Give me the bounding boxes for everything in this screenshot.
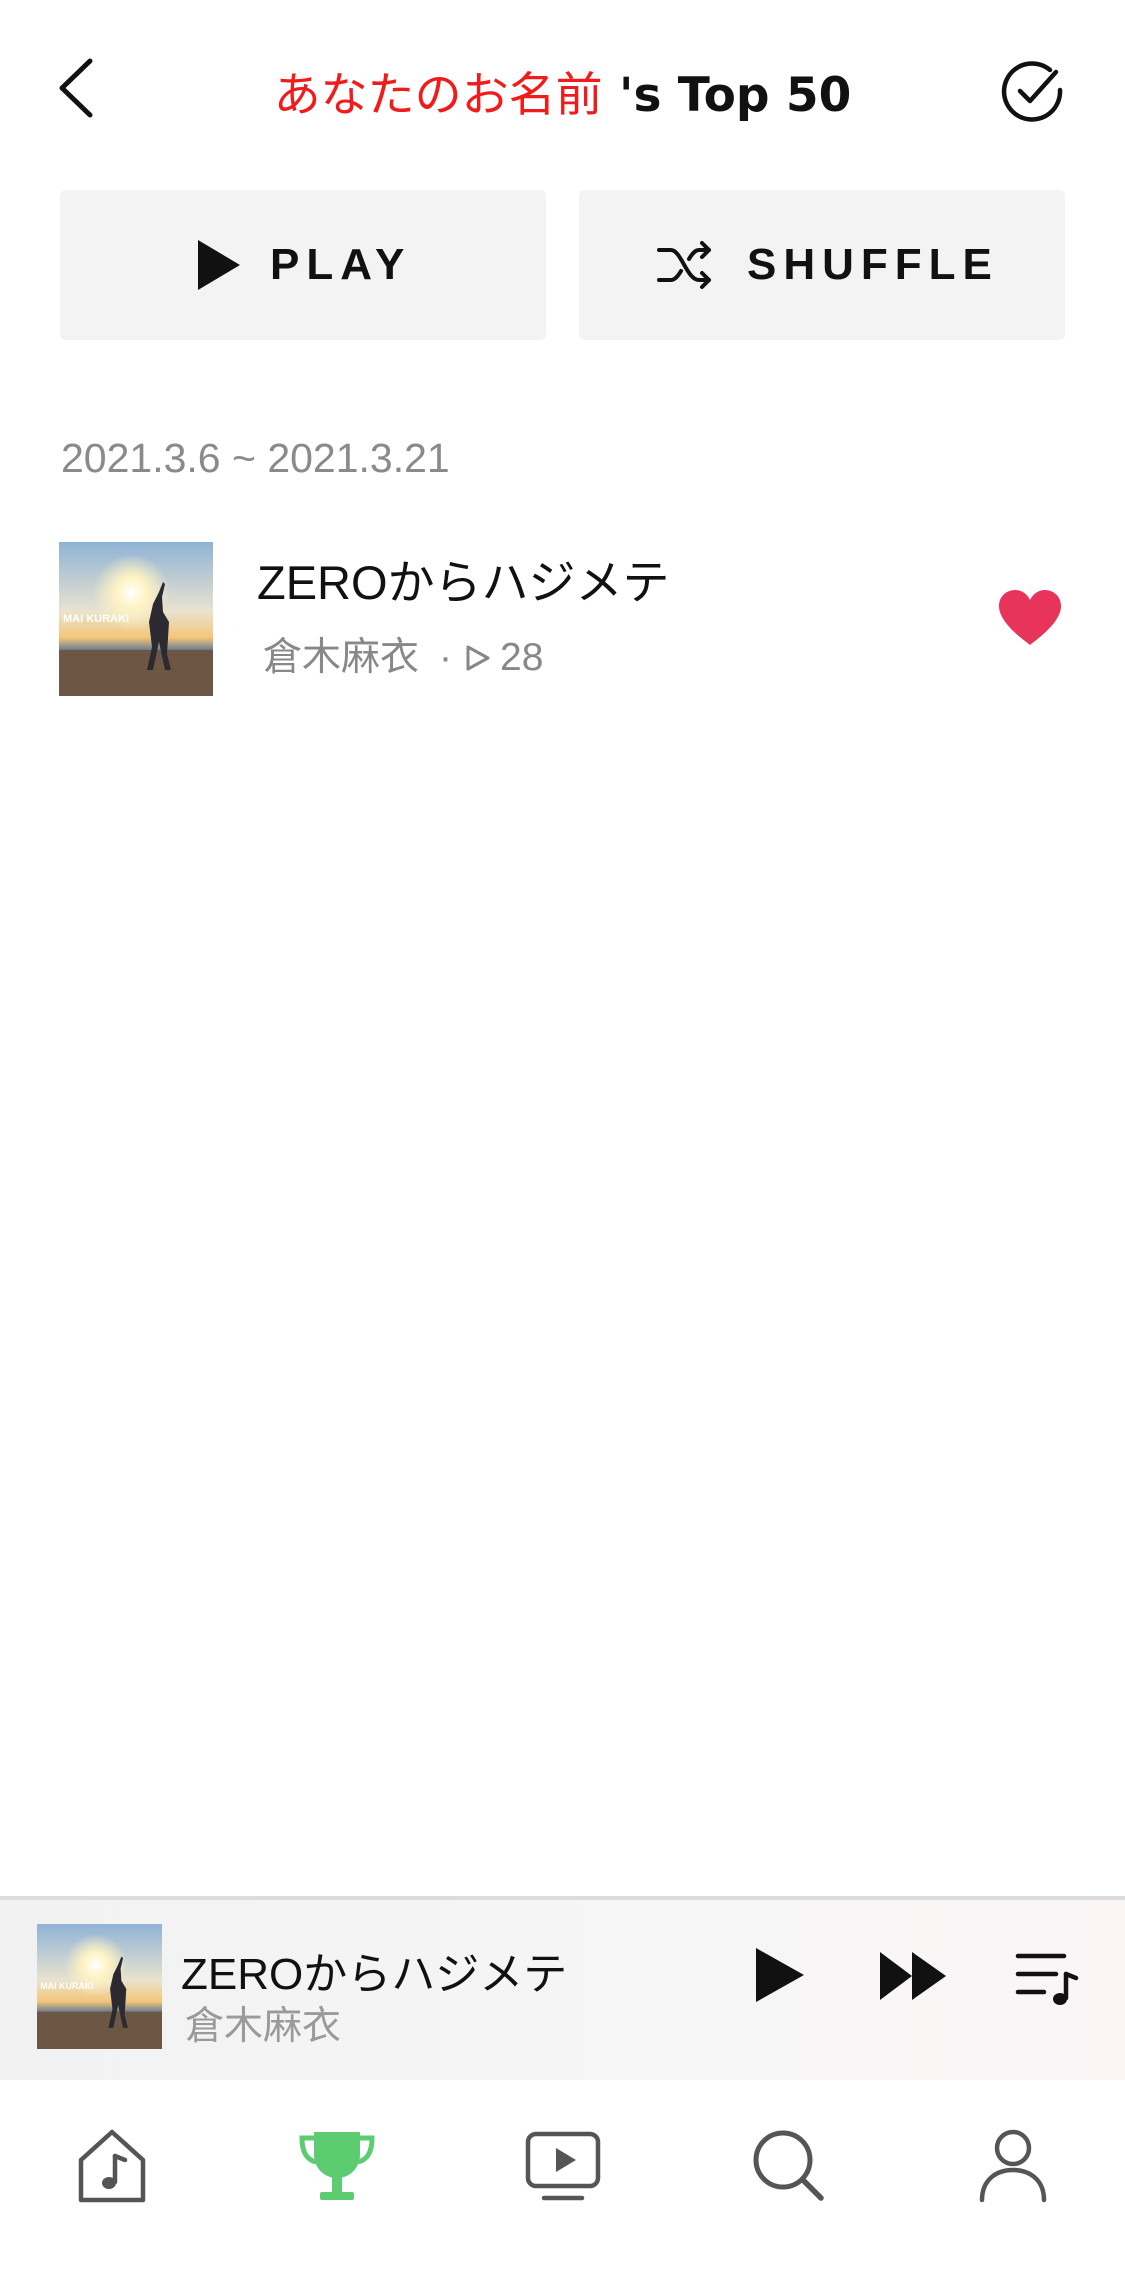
play-icon xyxy=(756,1948,804,2002)
fast-forward-icon xyxy=(880,1952,946,2000)
mini-player[interactable]: MAI KURAKI ZEROからハジメテ 倉木麻衣 xyxy=(0,1896,1125,2080)
song-meta: 倉木麻衣 · 28 xyxy=(263,636,544,679)
song-list-item[interactable]: MAI KURAKI ZEROからハジメテ 倉木麻衣 · 28 xyxy=(0,540,1125,700)
shuffle-label: SHUFFLE xyxy=(747,240,999,289)
video-play-icon xyxy=(525,2131,601,2201)
play-all-button[interactable]: PLAY xyxy=(60,190,546,340)
nav-profile[interactable] xyxy=(968,2120,1058,2210)
play-count-icon xyxy=(466,645,490,671)
header: あなたのお名前 's Top 50 xyxy=(0,0,1125,180)
playback-actions: PLAY SHUFFLE xyxy=(60,190,1065,340)
check-circle-icon xyxy=(1001,61,1063,122)
song-artist: 倉木麻衣 xyxy=(263,636,420,679)
shuffle-button[interactable]: SHUFFLE xyxy=(579,190,1065,340)
home-music-icon xyxy=(78,2129,146,2203)
nav-search[interactable] xyxy=(743,2120,833,2210)
title-user-name: あなたのお名前 xyxy=(273,68,603,123)
play-label: PLAY xyxy=(270,240,412,289)
title-suffix: 's Top 50 xyxy=(602,68,852,123)
shuffle-icon xyxy=(657,241,711,289)
play-count: 28 xyxy=(500,636,544,679)
queue-button[interactable] xyxy=(1014,1948,1080,2008)
album-art: MAI KURAKI xyxy=(59,542,213,696)
next-track-button[interactable] xyxy=(878,1948,948,2004)
song-title: ZEROからハジメテ xyxy=(257,556,670,609)
mini-play-button[interactable] xyxy=(748,1940,808,2010)
playlist-icon xyxy=(1015,1953,1079,2005)
trophy-icon xyxy=(299,2132,375,2200)
page-title: あなたのお名前 's Top 50 xyxy=(0,56,1125,125)
search-icon xyxy=(753,2130,824,2201)
mini-album-art-text: MAI KURAKI xyxy=(40,1981,93,1991)
play-icon xyxy=(198,240,240,290)
nav-chart[interactable] xyxy=(292,2120,382,2210)
select-button[interactable] xyxy=(1000,58,1066,124)
date-range: 2021.3.6 ~ 2021.3.21 xyxy=(61,435,450,481)
album-art-text: MAI KURAKI xyxy=(63,613,129,625)
user-icon xyxy=(979,2129,1047,2203)
bottom-navigation xyxy=(0,2080,1125,2279)
mini-player-album-art: MAI KURAKI xyxy=(37,1924,162,2049)
heart-icon xyxy=(999,590,1061,645)
like-button[interactable] xyxy=(997,588,1063,648)
nav-video[interactable] xyxy=(518,2120,608,2210)
nav-home[interactable] xyxy=(67,2120,157,2210)
mini-player-title: ZEROからハジメテ xyxy=(181,1950,568,1999)
mini-player-artist: 倉木麻衣 xyxy=(185,2005,342,2048)
